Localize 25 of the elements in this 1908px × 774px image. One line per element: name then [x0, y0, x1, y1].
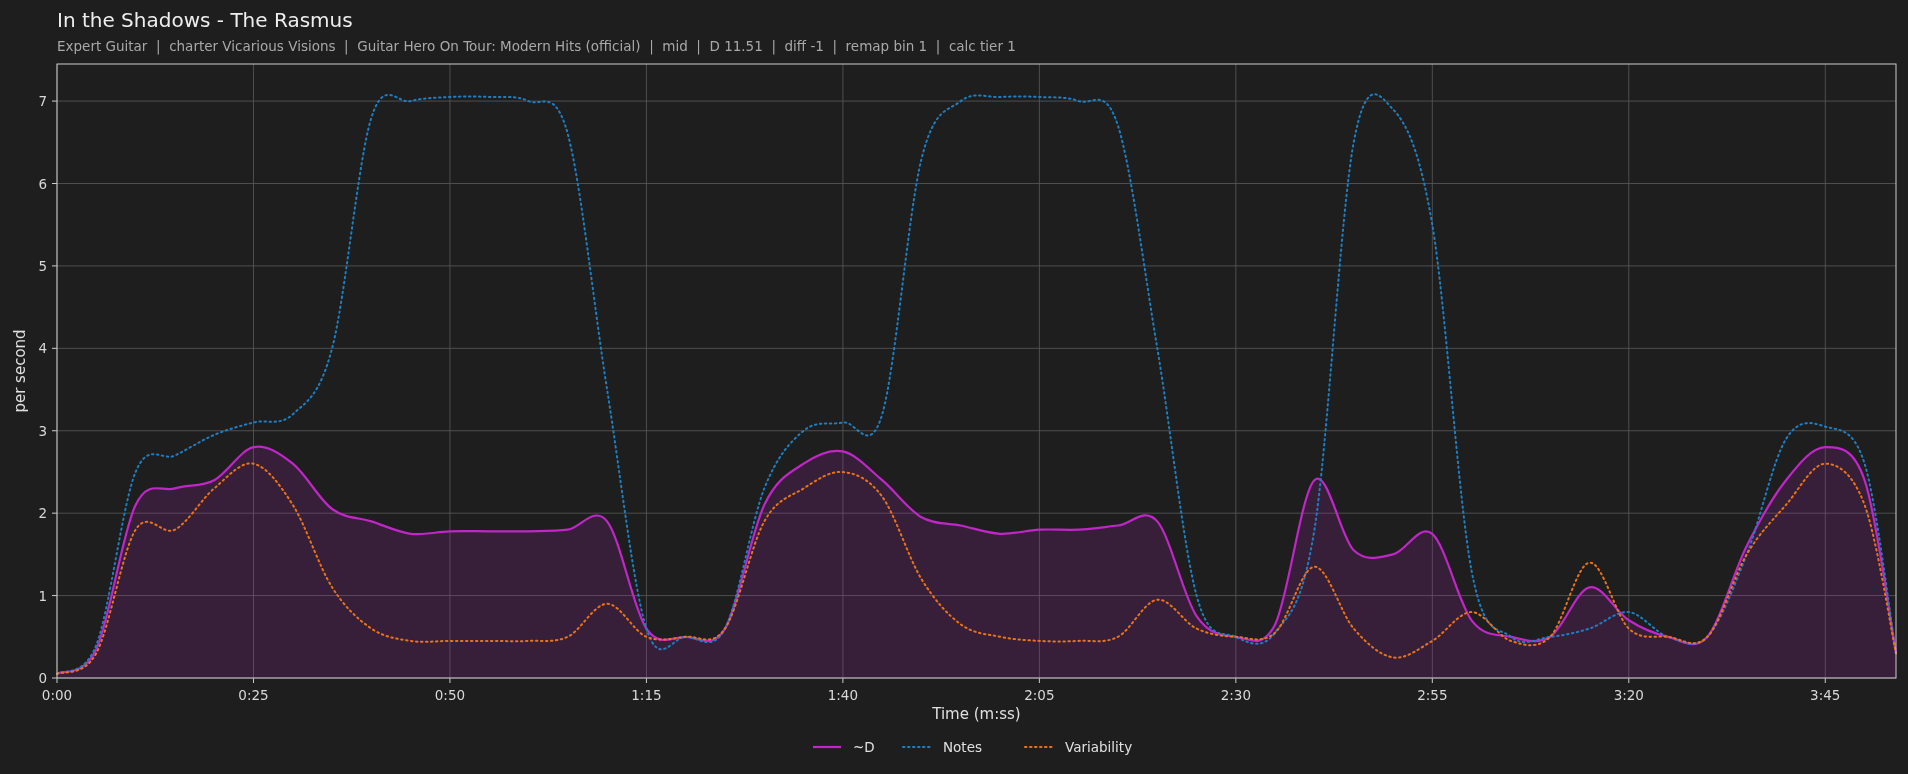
x-axis-label: Time (m:ss) — [932, 705, 1021, 723]
y-tick-label: 4 — [38, 340, 47, 357]
x-tick-label: 3:45 — [1810, 687, 1841, 703]
legend-label: Notes — [943, 739, 982, 755]
y-tick-label: 0 — [38, 670, 47, 686]
y-tick-label: 6 — [38, 175, 47, 192]
x-tick-label: 0:50 — [434, 687, 466, 703]
x-tick-label: 2:30 — [1220, 687, 1251, 703]
x-tick-label: 1:40 — [827, 687, 859, 703]
chart-subtitle: Expert Guitar | charter Vicarious Visions | Guitar Hero On Tour: Modern Hits (official) | mid | D 11.51 | diff -1 | remap bin 1 | calc tier 1 — [57, 38, 1016, 55]
chart-title: In the Shadows - The Rasmus — [57, 8, 353, 32]
x-tick-label: 1:15 — [631, 687, 662, 703]
x-tick-label: 2:05 — [1024, 687, 1055, 703]
x-tick-label: 3:20 — [1613, 687, 1644, 703]
legend-label: ~D — [853, 739, 875, 755]
legend-label: Variability — [1065, 739, 1133, 755]
x-tick-label: 0:00 — [41, 687, 73, 703]
x-tick-label: 2:55 — [1417, 687, 1448, 703]
y-axis-label: per second — [11, 329, 29, 413]
y-tick-label: 5 — [38, 257, 47, 274]
x-tick-label: 0:25 — [238, 687, 269, 703]
y-tick-label: 2 — [38, 505, 47, 522]
y-tick-label: 7 — [38, 93, 47, 110]
y-tick-label: 1 — [38, 587, 47, 604]
y-tick-label: 3 — [38, 422, 47, 439]
